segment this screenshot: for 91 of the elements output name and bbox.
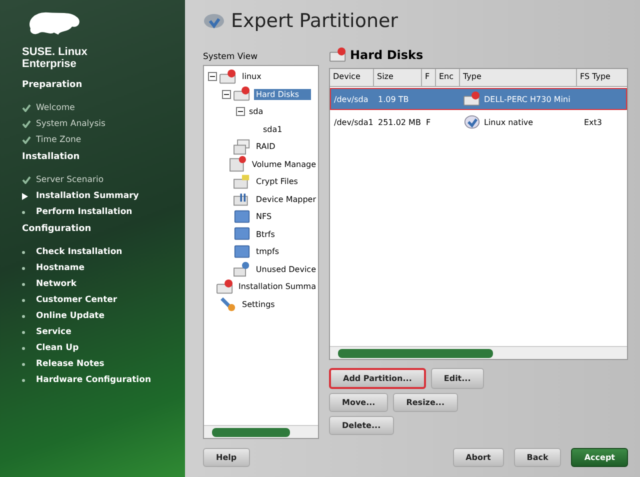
tree-item[interactable]: Btrfs bbox=[254, 228, 277, 240]
horizontal-scrollbar[interactable] bbox=[204, 425, 318, 438]
step-label: Welcome bbox=[36, 103, 75, 113]
table-cell: /dev/sda bbox=[334, 94, 368, 104]
bullet-icon bbox=[22, 282, 25, 286]
tree-item[interactable]: Settings bbox=[240, 298, 277, 310]
table-cell: F bbox=[426, 118, 431, 126]
step-label: Service bbox=[36, 327, 72, 337]
folder-icon bbox=[233, 226, 251, 242]
step-label: Network bbox=[36, 279, 76, 289]
panel-heading: Hard Disks bbox=[350, 48, 424, 62]
help-button[interactable]: Help bbox=[203, 448, 250, 466]
section-heading: Installation bbox=[22, 152, 81, 162]
table-cell: 251.02 MB bbox=[378, 118, 421, 126]
bullet-icon bbox=[22, 330, 25, 334]
hard-disk-icon bbox=[233, 86, 251, 102]
horizontal-scrollbar[interactable] bbox=[330, 346, 627, 359]
expander-icon[interactable] bbox=[208, 72, 217, 82]
step-label: Release Notes bbox=[36, 359, 104, 369]
brand-name: SUSE. Linux Enterprise bbox=[22, 46, 88, 70]
bullet-icon bbox=[22, 362, 25, 366]
accept-button[interactable]: Accept bbox=[571, 448, 628, 466]
tree-item[interactable]: RAID bbox=[254, 141, 278, 152]
table-cell: /dev/sda1 bbox=[334, 118, 374, 126]
action-button[interactable]: Resize... bbox=[393, 393, 458, 412]
table-cell: Linux native bbox=[484, 118, 534, 126]
step-label: Hostname bbox=[36, 263, 84, 273]
expander-icon[interactable] bbox=[222, 90, 231, 99]
back-button[interactable]: Back bbox=[514, 448, 562, 466]
column-header[interactable]: Enc bbox=[436, 69, 460, 86]
panel-label: System View bbox=[203, 52, 259, 62]
action-button[interactable]: Move... bbox=[329, 393, 388, 412]
abort-button[interactable]: Abort bbox=[452, 448, 504, 466]
step-label: Check Installation bbox=[36, 247, 122, 257]
table-row[interactable]: /dev/sda 1.09 TB DELL-PERC H730 Mini bbox=[330, 88, 627, 110]
check-icon bbox=[22, 176, 31, 184]
tree-item[interactable]: Unused Device bbox=[254, 264, 318, 275]
hard-disk-icon bbox=[216, 278, 234, 295]
table-row[interactable]: /dev/sda1 251.02 MB F Linux native Ext3 bbox=[330, 111, 627, 133]
bullet-icon bbox=[22, 210, 25, 214]
step-label: Perform Installation bbox=[36, 207, 132, 217]
section-heading: Configuration bbox=[22, 224, 92, 234]
step-label: Clean Up bbox=[36, 343, 79, 353]
bullet-icon bbox=[22, 314, 25, 318]
column-header[interactable]: Size bbox=[374, 69, 422, 86]
bullet-icon bbox=[22, 298, 25, 302]
hard-disk-icon bbox=[219, 68, 237, 85]
folder-icon bbox=[233, 208, 251, 225]
tree-item[interactable]: NFS bbox=[254, 211, 274, 222]
tree-item[interactable]: sda bbox=[247, 106, 266, 118]
table-cell: DELL-PERC H730 Mini bbox=[484, 94, 570, 104]
column-header[interactable]: Type bbox=[460, 69, 577, 86]
step-label: System Analysis bbox=[36, 119, 106, 129]
expander-icon[interactable] bbox=[236, 107, 245, 116]
hard-disk-icon bbox=[329, 47, 347, 63]
step-label: Customer Center bbox=[36, 295, 118, 305]
step-label: Server Scenario bbox=[36, 175, 104, 185]
stacked-disks-icon bbox=[233, 138, 251, 155]
window-title: Expert Partitioner bbox=[231, 10, 398, 32]
triangle-icon bbox=[22, 192, 28, 200]
tree-item[interactable]: Volume Manage bbox=[250, 158, 318, 170]
tree-item[interactable]: Installation Summa bbox=[236, 281, 318, 292]
tree-item[interactable]: sda1 bbox=[261, 124, 284, 135]
step-label: Online Update bbox=[36, 311, 105, 321]
folder-icon bbox=[233, 244, 251, 260]
disk-icon bbox=[203, 12, 225, 30]
bullet-icon bbox=[22, 266, 25, 270]
step-label: Hardware Configuration bbox=[36, 375, 151, 385]
action-button[interactable]: Delete... bbox=[329, 416, 394, 435]
partition-icon bbox=[463, 114, 481, 130]
bullet-icon bbox=[22, 250, 25, 254]
tree-item[interactable]: linux bbox=[240, 71, 264, 82]
table-cell: 1.09 TB bbox=[378, 94, 409, 104]
tree-item[interactable]: Hard Disks bbox=[254, 88, 312, 100]
disk-plug-icon bbox=[232, 191, 251, 208]
action-button[interactable]: Add Partition... bbox=[329, 368, 426, 389]
column-header[interactable]: F bbox=[422, 69, 436, 86]
action-button[interactable]: Edit... bbox=[430, 368, 484, 389]
table-cell: Ext3 bbox=[584, 118, 602, 126]
bullet-icon bbox=[22, 346, 25, 350]
step-label: Installation Summary bbox=[36, 191, 139, 201]
tree-item[interactable]: Crypt Files bbox=[254, 176, 300, 188]
column-header[interactable]: FS Type bbox=[577, 69, 627, 86]
wrench-icon bbox=[219, 296, 237, 312]
hard-disk-icon bbox=[463, 91, 481, 107]
column-header[interactable]: Device bbox=[330, 69, 374, 86]
bullet-icon bbox=[22, 378, 25, 382]
tree-item[interactable]: tmpfs bbox=[254, 246, 281, 258]
step-label: Time Zone bbox=[36, 135, 82, 145]
tree-item[interactable]: Device Mapper bbox=[254, 194, 318, 205]
section-heading: Preparation bbox=[22, 80, 84, 90]
